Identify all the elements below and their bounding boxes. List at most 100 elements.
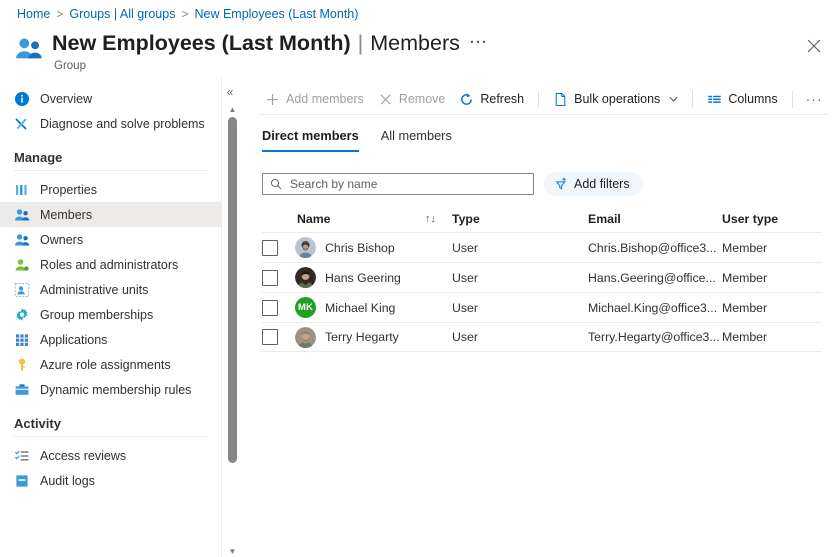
sidebar-item-administrative-units[interactable]: Administrative units: [0, 277, 222, 302]
cell-name: Terry Hegarty: [295, 327, 425, 348]
bulk-operations-label: Bulk operations: [574, 92, 660, 106]
cell-type: User: [452, 330, 588, 344]
sidebar-item-label: Access reviews: [40, 449, 126, 463]
table-row[interactable]: Terry Hegarty User Terry.Hegarty@office3…: [262, 322, 822, 352]
scrollbar-thumb[interactable]: [228, 117, 237, 463]
cell-user-type: Member: [722, 330, 812, 344]
sort-toggle-icon[interactable]: ↑↓: [425, 213, 452, 225]
column-header-type[interactable]: Type: [452, 212, 588, 226]
row-checkbox[interactable]: [262, 300, 278, 316]
tab-all-members[interactable]: All members: [381, 128, 452, 152]
close-button[interactable]: [801, 33, 827, 59]
filter-row: Add filters: [262, 172, 643, 196]
properties-icon: [14, 182, 30, 198]
sidebar-item-azure-role-assignments[interactable]: Azure role assignments: [0, 352, 222, 377]
remove-button[interactable]: Remove: [371, 88, 453, 111]
table-row[interactable]: MK Michael King User Michael.King@office…: [262, 292, 822, 322]
audit-icon: [14, 473, 30, 489]
remove-x-icon: [378, 92, 393, 107]
sidebar-item-access-reviews[interactable]: Access reviews: [0, 443, 222, 468]
sidebar-item-members[interactable]: Members: [0, 202, 222, 227]
column-header-user-type[interactable]: User type: [722, 212, 812, 226]
cell-name: MK Michael King: [295, 297, 425, 318]
tab-direct-members[interactable]: Direct members: [262, 128, 359, 152]
page-subtitle: Group: [54, 60, 491, 72]
add-members-label: Add members: [286, 92, 364, 106]
page-title-section: Members: [370, 30, 460, 57]
breadcrumb-item-current[interactable]: New Employees (Last Month): [194, 6, 358, 22]
rules-icon: [14, 382, 30, 398]
avatar: [295, 237, 316, 258]
page-title-overflow-button[interactable]: ···: [467, 29, 491, 56]
bulk-operations-button[interactable]: Bulk operations: [546, 88, 685, 111]
sidebar-item-audit-logs[interactable]: Audit logs: [0, 468, 222, 493]
refresh-label: Refresh: [480, 92, 524, 106]
checklist-icon: [14, 448, 30, 464]
page-title-separator: |: [358, 30, 364, 57]
sidebar-item-label: Owners: [40, 233, 83, 247]
table-row[interactable]: Chris Bishop User Chris.Bishop@office3..…: [262, 232, 822, 262]
member-name: Chris Bishop: [325, 241, 395, 255]
sidebar-collapse-button[interactable]: «: [222, 84, 238, 100]
breadcrumb: Home > Groups | All groups > New Employe…: [17, 6, 358, 22]
row-checkbox[interactable]: [262, 329, 278, 345]
key-icon: [14, 357, 30, 373]
sidebar-item-owners[interactable]: Owners: [0, 227, 222, 252]
scroll-up-arrow-icon[interactable]: ▲: [227, 104, 238, 115]
sidebar-item-overview[interactable]: Overview: [0, 86, 222, 111]
cell-user-type: Member: [722, 271, 812, 285]
cell-type: User: [452, 301, 588, 315]
columns-label: Columns: [728, 92, 777, 106]
sidebar-item-label: Audit logs: [40, 474, 95, 488]
sidebar-item-label: Azure role assignments: [40, 358, 171, 372]
breadcrumb-item-groups[interactable]: Groups | All groups: [69, 6, 175, 22]
column-header-name[interactable]: Name: [295, 212, 425, 226]
plus-icon: [265, 92, 280, 107]
sidebar-item-properties[interactable]: Properties: [0, 177, 222, 202]
row-checkbox-cell: [262, 240, 295, 256]
columns-icon: [707, 92, 722, 107]
search-icon: [270, 178, 282, 190]
main-content: Add members Remove Refresh: [240, 78, 840, 557]
avatar: [295, 327, 316, 348]
document-icon: [553, 92, 568, 107]
row-checkbox[interactable]: [262, 270, 278, 286]
columns-button[interactable]: Columns: [700, 88, 784, 111]
sidebar-section-manage-label: Manage: [0, 136, 222, 170]
column-header-email[interactable]: Email: [588, 212, 722, 226]
table-row[interactable]: Hans Geering User Hans.Geering@office...…: [262, 262, 822, 292]
scroll-down-arrow-icon[interactable]: ▼: [227, 546, 238, 557]
info-icon: [14, 91, 30, 107]
sidebar-scrollbar[interactable]: ▲ ▼: [226, 104, 239, 557]
toolbar-separator: [792, 91, 793, 108]
sidebar-item-applications[interactable]: Applications: [0, 327, 222, 352]
sidebar-item-label: Overview: [40, 92, 92, 106]
sidebar-item-group-memberships[interactable]: Group memberships: [0, 302, 222, 327]
cell-user-type: Member: [722, 241, 812, 255]
sidebar-item-label: Members: [40, 208, 92, 222]
applications-icon: [14, 332, 30, 348]
table-header-row: Name ↑↓ Type Email User type: [262, 206, 822, 232]
cell-email: Chris.Bishop@office3...: [588, 241, 722, 255]
cell-user-type: Member: [722, 301, 812, 315]
sidebar-item-diagnose[interactable]: Diagnose and solve problems: [0, 111, 222, 136]
row-checkbox-cell: [262, 329, 295, 345]
add-members-button[interactable]: Add members: [258, 88, 371, 111]
sidebar-item-roles-and-administrators[interactable]: Roles and administrators: [0, 252, 222, 277]
search-box[interactable]: [262, 173, 534, 195]
sidebar-item-dynamic-membership-rules[interactable]: Dynamic membership rules: [0, 377, 222, 402]
page-header: New Employees (Last Month) | Members ···…: [14, 30, 491, 72]
breadcrumb-separator: >: [56, 6, 63, 22]
sidebar-item-label: Diagnose and solve problems: [40, 117, 205, 131]
cell-type: User: [452, 241, 588, 255]
row-checkbox[interactable]: [262, 240, 278, 256]
breadcrumb-item-home[interactable]: Home: [17, 6, 50, 22]
search-input[interactable]: [288, 176, 526, 192]
refresh-button[interactable]: Refresh: [452, 88, 531, 111]
cell-email: Terry.Hegarty@office3...: [588, 330, 722, 344]
avatar: MK: [295, 297, 316, 318]
add-filters-button[interactable]: Add filters: [544, 172, 643, 196]
cell-name: Hans Geering: [295, 267, 425, 288]
toolbar-separator: [538, 91, 539, 108]
toolbar-overflow-button[interactable]: ···: [800, 89, 829, 109]
